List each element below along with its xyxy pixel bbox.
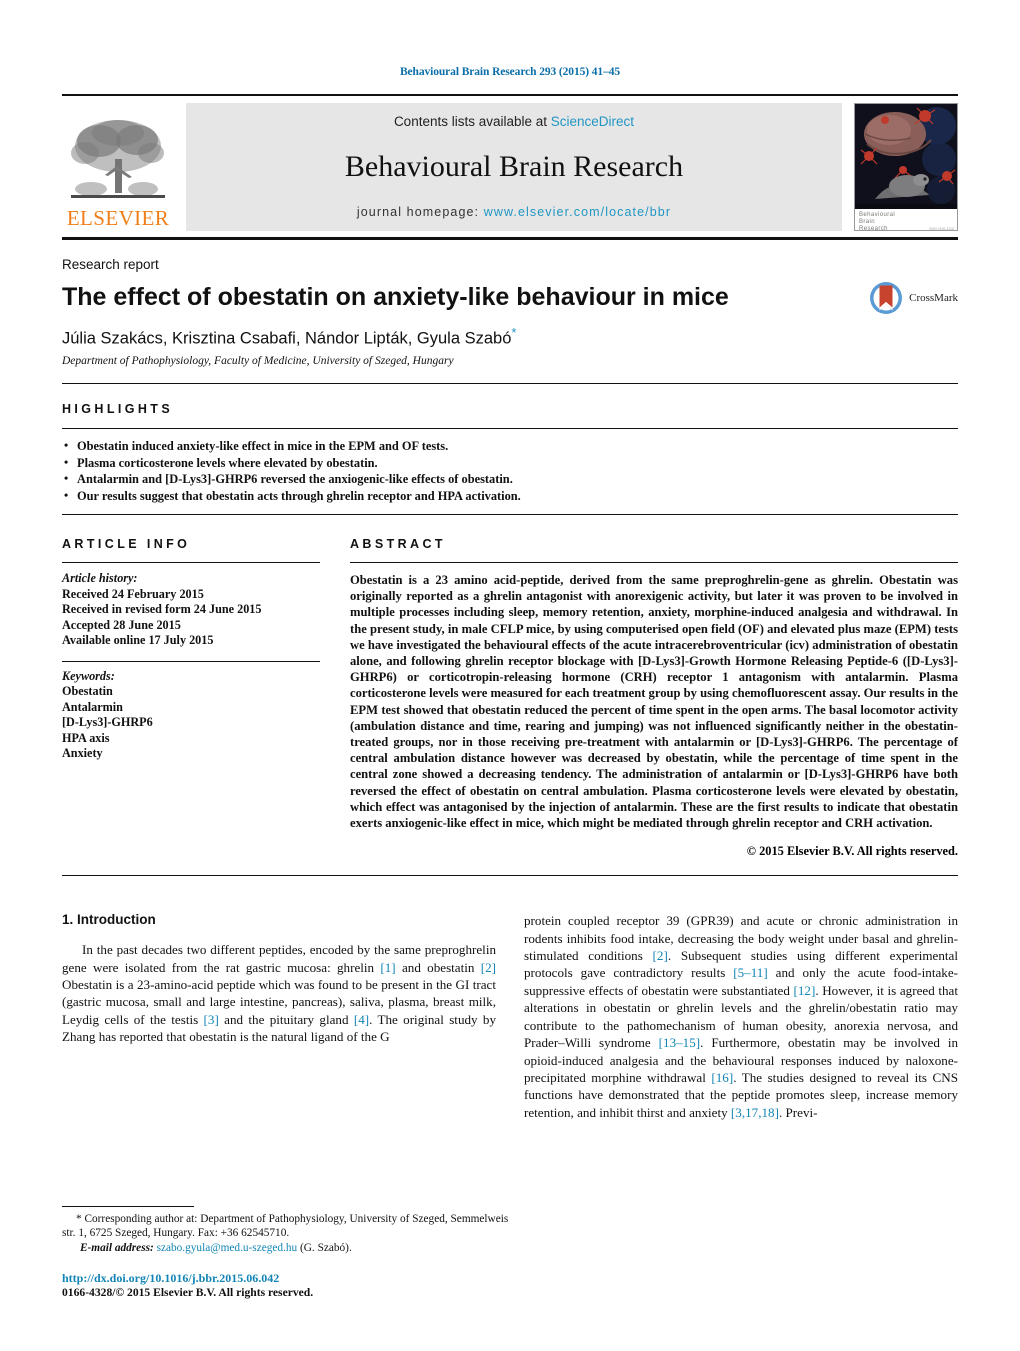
footnote-region: * Corresponding author at: Department of…	[62, 1205, 514, 1299]
email-link[interactable]: szabo.gyula@med.u-szeged.hu	[157, 1242, 298, 1254]
list-item: Plasma corticosterone levels where eleva…	[62, 454, 958, 472]
citation-ref[interactable]: [5–11]	[733, 965, 767, 980]
keywords-group: Keywords: Obestatin Antalarmin [D-Lys3]-…	[62, 662, 320, 762]
intro-paragraph-left: In the past decades two different peptid…	[62, 941, 496, 1045]
email-suffix: (G. Szabó).	[300, 1241, 352, 1254]
footnote-divider	[62, 1205, 194, 1207]
highlights-list: Obestatin induced anxiety-like effect in…	[62, 429, 958, 514]
contents-prefix: Contents lists available at	[393, 114, 551, 129]
crossmark-label: CrossMark	[909, 292, 958, 304]
abstract-column: ABSTRACT Obestatin is a 23 amino acid-pe…	[350, 537, 958, 859]
info-abstract-region: ARTICLE INFO Article history: Received 2…	[62, 537, 958, 859]
citation-ref[interactable]: [2]	[481, 960, 496, 975]
email-label: E-mail address:	[80, 1241, 154, 1254]
cover-caption: Behavioural Brain Research ISSN 0166-432…	[855, 209, 957, 231]
issn-copyright: 0166-4328/© 2015 Elsevier B.V. All right…	[62, 1286, 314, 1299]
footnote-star: *	[76, 1212, 82, 1225]
sciencedirect-link[interactable]: ScienceDirect	[551, 114, 634, 129]
abstract-copyright: © 2015 Elsevier B.V. All rights reserved…	[746, 844, 958, 859]
list-item: Our results suggest that obestatin acts …	[62, 487, 958, 505]
citation-ref[interactable]: [12]	[794, 983, 816, 998]
homepage-prefix: journal homepage:	[356, 205, 484, 219]
history-received: Received 24 February 2015	[62, 586, 204, 601]
journal-homepage-link[interactable]: www.elsevier.com/locate/bbr	[484, 205, 671, 219]
doi-block: http://dx.doi.org/10.1016/j.bbr.2015.06.…	[62, 1271, 514, 1299]
intro-text: . Previ-	[778, 1104, 818, 1120]
journal-article-page: Behavioural Brain Research 293 (2015) 41…	[0, 0, 1020, 1351]
journal-cover-thumbnail: Behavioural Brain Research ISSN 0166-432…	[854, 103, 958, 231]
keyword-item: Obestatin	[62, 684, 113, 698]
corresponding-author-note: * Corresponding author at: Department of…	[62, 1212, 514, 1241]
journal-title: Behavioural Brain Research	[344, 150, 684, 183]
citation-ref[interactable]: [2]	[653, 948, 668, 963]
introduction-heading: 1. Introduction	[62, 912, 156, 928]
list-item: Antalarmin and [D-Lys3]-GHRP6 reversed t…	[62, 470, 958, 488]
crossmark-icon	[870, 282, 903, 314]
article-info-heading: ARTICLE INFO	[62, 537, 191, 551]
history-accepted: Accepted 28 June 2015	[62, 617, 181, 632]
cover-issn: ISSN 0166-4328	[928, 227, 954, 231]
affiliation: Department of Pathophysiology, Faculty o…	[62, 355, 454, 367]
body-column-left: 1. Introduction In the past decades two …	[62, 912, 496, 1121]
journal-banner: Contents lists available at ScienceDirec…	[186, 103, 842, 231]
cover-caption-line-2: Brain	[859, 219, 876, 225]
doi-link[interactable]: http://dx.doi.org/10.1016/j.bbr.2015.06.…	[62, 1271, 514, 1286]
email-note: E-mail address: szabo.gyula@med.u-szeged…	[62, 1241, 514, 1255]
citation-ref[interactable]: [13–15]	[659, 1035, 700, 1050]
journal-homepage-line: journal homepage: www.elsevier.com/locat…	[357, 205, 671, 219]
cover-caption-line-1: Behavioural	[859, 212, 896, 218]
highlights-heading: HIGHLIGHTS	[62, 402, 174, 416]
page-title: The effect of obestatin on anxiety-like …	[62, 283, 729, 311]
body-column-right: protein coupled receptor 39 (GPR39) and …	[524, 912, 958, 1121]
author-list: Júlia Szakács, Krisztina Csabafi, Nándor…	[62, 325, 729, 349]
elsevier-tree-icon	[71, 120, 165, 198]
elsevier-logo: ELSEVIER	[62, 103, 174, 231]
citation-ref[interactable]: [16]	[711, 1070, 733, 1085]
intro-paragraph-right: protein coupled receptor 39 (GPR39) and …	[524, 912, 958, 1121]
citation-ref[interactable]: [1]	[380, 960, 395, 975]
article-history-label: Article history:	[62, 571, 138, 585]
article-info-body: Article history: Received 24 February 20…	[62, 563, 320, 762]
elsevier-wordmark: ELSEVIER	[66, 206, 170, 230]
keywords-label: Keywords:	[62, 668, 115, 683]
keyword-item: Antalarmin	[62, 699, 123, 714]
keyword-item: Anxiety	[62, 746, 103, 760]
journal-masthead: ELSEVIER Contents lists available at Sci…	[62, 94, 958, 240]
intro-text: and the pituitary gland	[218, 1011, 354, 1027]
keyword-item: [D-Lys3]-GHRP6	[62, 715, 153, 729]
history-online: Available online 17 July 2015	[62, 633, 214, 647]
highlights-section: HIGHLIGHTS Obestatin induced anxiety-lik…	[62, 402, 958, 515]
author-names: Júlia Szakács, Krisztina Csabafi, Nándor…	[62, 329, 512, 347]
abstract-heading: ABSTRACT	[350, 537, 446, 551]
intro-text: and obestatin	[395, 959, 481, 975]
body-two-columns: 1. Introduction In the past decades two …	[62, 912, 958, 1121]
corresponding-author-marker: *	[511, 324, 517, 340]
divider-before-body	[62, 875, 958, 877]
history-revised: Received in revised form 24 June 2015	[62, 602, 262, 616]
running-head: Behavioural Brain Research 293 (2015) 41…	[399, 66, 621, 78]
crossmark-badge[interactable]: CrossMark	[868, 280, 958, 316]
contents-available-line: Contents lists available at ScienceDirec…	[394, 114, 634, 129]
article-type-label: Research report	[62, 257, 159, 272]
list-item: Obestatin induced anxiety-like effect in…	[62, 437, 958, 455]
divider-after-header	[62, 383, 958, 384]
citation-ref[interactable]: [3,17,18]	[731, 1105, 779, 1120]
article-history-group: Article history: Received 24 February 20…	[62, 571, 320, 649]
cover-brain-neuron-art	[855, 104, 957, 204]
citation-ref[interactable]: [4]	[354, 1012, 369, 1027]
cover-artwork	[855, 104, 957, 209]
citation-ref[interactable]: [3]	[204, 1012, 219, 1027]
abstract-text: Obestatin is a 23 amino acid-peptide, de…	[350, 573, 958, 831]
divider-highlights-bottom	[62, 514, 958, 515]
footnote-address: Corresponding author at: Department of P…	[62, 1212, 509, 1240]
title-row: The effect of obestatin on anxiety-like …	[62, 272, 958, 367]
article-info-column: ARTICLE INFO Article history: Received 2…	[62, 537, 320, 859]
keyword-item: HPA axis	[62, 730, 110, 745]
